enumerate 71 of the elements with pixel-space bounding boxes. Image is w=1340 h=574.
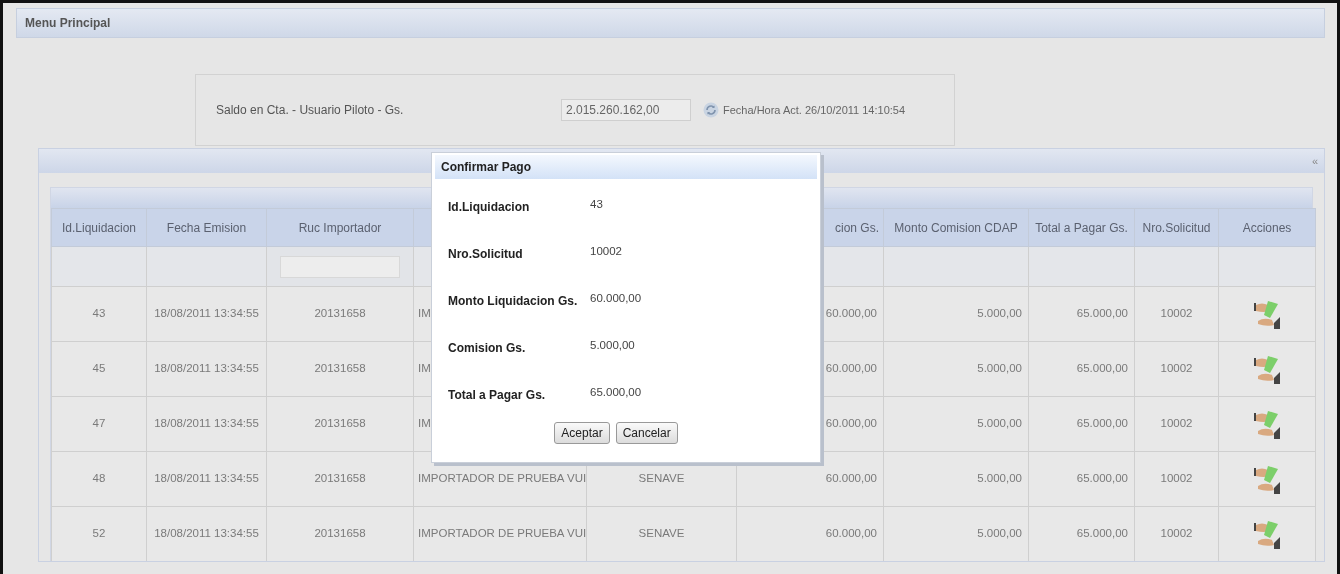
table-cell: 18/08/2011 13:34:55 [154, 307, 259, 320]
table-cell: 60.000,00 [825, 362, 877, 375]
table-cell: 65.000,00 [1076, 307, 1128, 320]
field-label: Monto Liquidacion Gs. [448, 292, 579, 310]
table-cell: 5.000,00 [977, 472, 1022, 485]
table-cell: 10002 [1160, 527, 1193, 540]
cash-hand-icon[interactable] [1254, 464, 1280, 494]
table-cell: IM [418, 307, 431, 320]
dialog-title: Confirmar Pago [435, 155, 817, 179]
table-cell: 65.000,00 [1076, 527, 1128, 540]
column-header: Nro.Solicitud [1134, 208, 1219, 247]
cash-hand-icon[interactable] [1254, 299, 1280, 329]
field-label: Id.Liquidacion [448, 198, 531, 216]
table-cell: 20131658 [314, 307, 366, 320]
table-cell: SENAVE [638, 472, 685, 485]
cash-hand-icon[interactable] [1254, 354, 1280, 384]
table-cell: 52 [92, 527, 106, 540]
cash-hand-icon[interactable] [1254, 409, 1280, 439]
table-cell: 65.000,00 [1076, 417, 1128, 430]
table-cell: 18/08/2011 13:34:55 [154, 472, 259, 485]
table-cell: 65.000,00 [1076, 362, 1128, 375]
table-cell: 45 [92, 362, 106, 375]
table-cell: 43 [92, 307, 106, 320]
table-cell: 48 [92, 472, 106, 485]
table-cell: IM [418, 362, 431, 375]
column-header: Total a Pagar Gs. [1028, 208, 1135, 247]
table-cell: 18/08/2011 13:34:55 [154, 527, 259, 540]
table-cell: 20131658 [314, 417, 366, 430]
field-label: Nro.Solicitud [448, 245, 524, 263]
column-header: Acciones [1218, 208, 1316, 247]
balance-field[interactable]: 2.015.260.162,00 [561, 99, 691, 121]
balance-label: Saldo en Cta. - Usuario Piloto - Gs. [215, 102, 405, 119]
table-cell: 10002 [1160, 362, 1193, 375]
table-cell: SENAVE [638, 527, 685, 540]
table-cell: 60.000,00 [825, 472, 877, 485]
table-cell: 10002 [1160, 472, 1193, 485]
column-header: Monto Comision CDAP [883, 208, 1029, 247]
page-title: Menu Principal [25, 15, 111, 32]
table-cell: 60.000,00 [825, 527, 877, 540]
table-cell: 5.000,00 [977, 307, 1022, 320]
table-cell: IM [418, 417, 431, 430]
table-cell: 20131658 [314, 472, 366, 485]
table-cell: 18/08/2011 13:34:55 [154, 417, 259, 430]
field-label: Total a Pagar Gs. [448, 386, 547, 404]
field-value: 43 [590, 196, 603, 212]
table-cell: IMPORTADOR DE PRUEBA VUI [418, 527, 587, 540]
table-cell: 60.000,00 [825, 307, 877, 320]
table-cell: 47 [92, 417, 106, 430]
field-label: Comision Gs. [448, 339, 527, 357]
table-cell: IMPORTADOR DE PRUEBA VUI [418, 472, 587, 485]
column-header: Id.Liquidacion [51, 208, 147, 247]
update-timestamp: Fecha/Hora Act. 26/10/2011 14:10:54 [723, 102, 906, 118]
table-cell: 5.000,00 [977, 417, 1022, 430]
table-cell: 60.000,00 [825, 417, 877, 430]
table-cell: 20131658 [314, 362, 366, 375]
column-header: Fecha Emision [146, 208, 267, 247]
table-cell: 20131658 [314, 527, 366, 540]
field-value: 60.000,00 [590, 290, 642, 306]
cash-hand-icon[interactable] [1254, 519, 1280, 549]
dialog-button[interactable]: Cancelar [615, 422, 678, 444]
field-value: 5.000,00 [590, 337, 635, 353]
table-cell: 10002 [1160, 307, 1193, 320]
dialog-button[interactable]: Aceptar [554, 422, 610, 444]
column-header: Ruc Importador [266, 208, 414, 247]
table-cell: 10002 [1160, 417, 1193, 430]
field-value: 10002 [590, 243, 622, 259]
table-cell: 5.000,00 [977, 527, 1022, 540]
field-value: 65.000,00 [590, 384, 642, 400]
table-cell: 65.000,00 [1076, 472, 1128, 485]
table-cell: 5.000,00 [977, 362, 1022, 375]
table-cell: 18/08/2011 13:34:55 [154, 362, 259, 375]
